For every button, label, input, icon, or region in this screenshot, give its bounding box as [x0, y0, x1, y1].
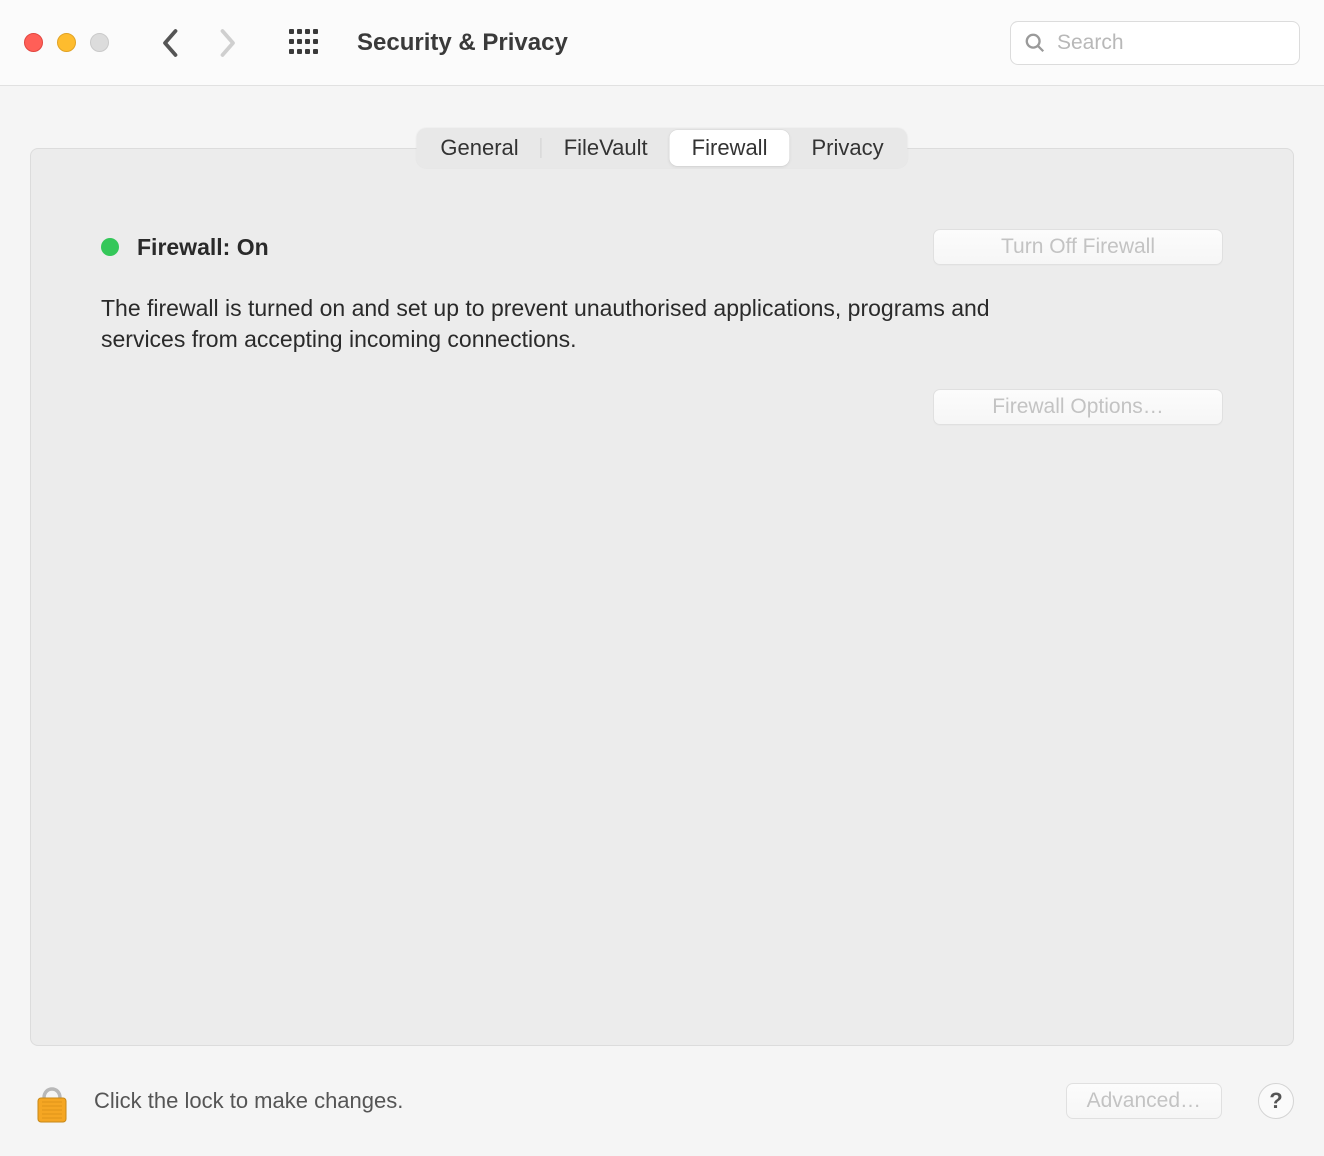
tab-filevault[interactable]: FileVault [542, 130, 670, 166]
nav-arrows [157, 29, 241, 57]
forward-button[interactable] [213, 29, 241, 57]
options-row: Firewall Options… [101, 389, 1223, 425]
tab-firewall[interactable]: Firewall [670, 130, 790, 166]
lock-icon [32, 1076, 72, 1126]
search-input[interactable] [1010, 21, 1300, 65]
lock-hint-text: Click the lock to make changes. [94, 1088, 1046, 1114]
tab-bar: General FileVault Firewall Privacy [416, 128, 907, 168]
status-row: Firewall: On Turn Off Firewall [101, 229, 1223, 265]
preferences-window: Security & Privacy General FileVault Fir… [0, 0, 1324, 1156]
chevron-left-icon [161, 28, 181, 58]
turn-off-firewall-button[interactable]: Turn Off Firewall [933, 229, 1223, 265]
firewall-status-label: Firewall: On [137, 234, 269, 261]
content-area: General FileVault Firewall Privacy Firew… [0, 86, 1324, 1156]
search-wrap [1010, 21, 1300, 65]
minimize-window-button[interactable] [57, 33, 76, 52]
firewall-options-button[interactable]: Firewall Options… [933, 389, 1223, 425]
tab-general[interactable]: General [418, 130, 540, 166]
status-left: Firewall: On [101, 234, 269, 261]
firewall-panel: Firewall: On Turn Off Firewall The firew… [30, 148, 1294, 1046]
footer: Click the lock to make changes. Advanced… [0, 1046, 1324, 1156]
lock-button[interactable] [30, 1075, 74, 1127]
search-icon [1024, 32, 1046, 54]
close-window-button[interactable] [24, 33, 43, 52]
status-indicator-icon [101, 238, 119, 256]
show-all-button[interactable] [289, 29, 317, 57]
titlebar: Security & Privacy [0, 0, 1324, 86]
firewall-description: The firewall is turned on and set up to … [101, 293, 1041, 355]
help-button[interactable]: ? [1258, 1083, 1294, 1119]
zoom-window-button[interactable] [90, 33, 109, 52]
chevron-right-icon [217, 28, 237, 58]
traffic-lights [24, 33, 109, 52]
tab-privacy[interactable]: Privacy [789, 130, 905, 166]
window-title: Security & Privacy [357, 29, 568, 57]
back-button[interactable] [157, 29, 185, 57]
advanced-button[interactable]: Advanced… [1066, 1083, 1222, 1119]
